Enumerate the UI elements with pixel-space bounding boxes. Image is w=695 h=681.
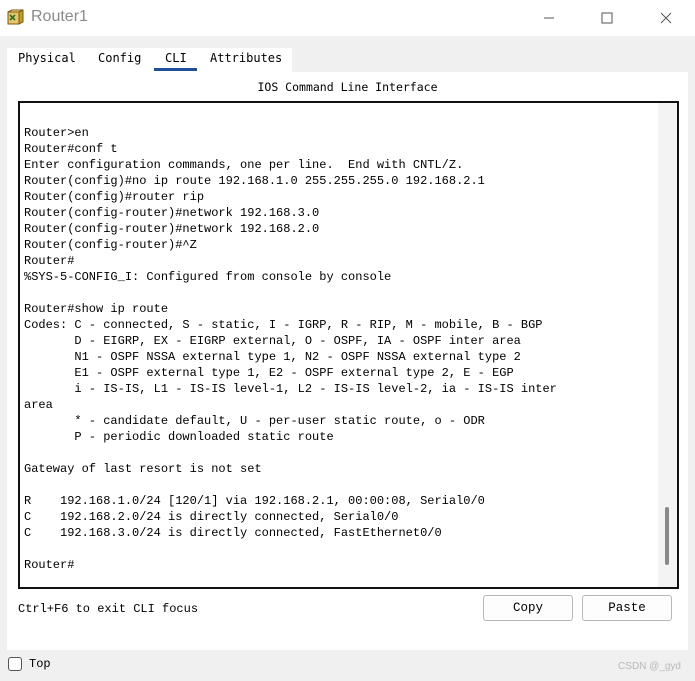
title-bar: Router1	[0, 0, 695, 36]
terminal-output[interactable]: Router>en Router#conf t Enter configurat…	[24, 109, 656, 573]
close-button[interactable]	[638, 0, 694, 36]
terminal-scrollbar[interactable]	[658, 103, 677, 587]
tab-bar: Physical Config CLI Attributes	[7, 48, 292, 72]
cli-panel-title: IOS Command Line Interface	[257, 80, 438, 94]
cli-terminal[interactable]: Router>en Router#conf t Enter configurat…	[18, 101, 679, 589]
tab-cli[interactable]: CLI	[165, 51, 187, 65]
cli-focus-hint: Ctrl+F6 to exit CLI focus	[18, 602, 199, 616]
paste-button[interactable]: Paste	[582, 595, 672, 621]
minimize-icon	[543, 12, 555, 24]
router-app-icon	[6, 8, 26, 28]
top-checkbox[interactable]	[8, 657, 22, 671]
window-title: Router1	[31, 8, 88, 25]
cli-panel: IOS Command Line Interface Router>en Rou…	[7, 72, 688, 650]
active-tab-indicator	[154, 68, 197, 71]
scrollbar-thumb[interactable]	[665, 507, 669, 565]
copy-button[interactable]: Copy	[483, 595, 573, 621]
minimize-button[interactable]	[521, 0, 577, 36]
maximize-button[interactable]	[579, 0, 635, 36]
top-checkbox-label: Top	[29, 657, 51, 671]
watermark: CSDN @_gyd	[618, 661, 681, 672]
maximize-icon	[601, 12, 613, 24]
tab-attributes[interactable]: Attributes	[210, 51, 282, 65]
close-icon	[660, 12, 672, 24]
tab-physical[interactable]: Physical	[18, 51, 76, 65]
tab-config[interactable]: Config	[98, 51, 141, 65]
